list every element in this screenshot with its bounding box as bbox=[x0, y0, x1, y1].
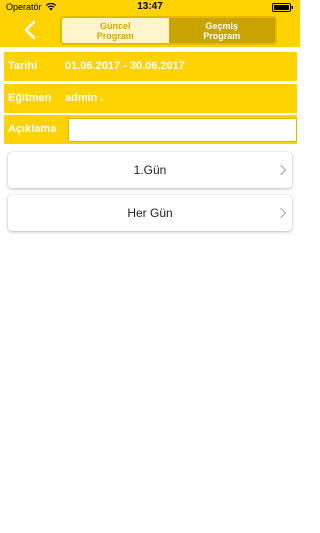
chevron-right-icon bbox=[280, 164, 287, 176]
chevron-right-icon bbox=[280, 207, 287, 219]
segment-past-line2: Program bbox=[203, 30, 241, 41]
segment-current-line1: Güncel bbox=[99, 20, 131, 31]
segment-current-program[interactable]: Güncel Program bbox=[62, 18, 169, 43]
header-bar: Operatör 13:47 Güncel Program Geçmiş Pro… bbox=[0, 0, 300, 47]
date-value: 01.06.2017 - 30.06.2017 bbox=[65, 60, 185, 72]
trainer-row: Eğitmen admin . bbox=[4, 84, 297, 113]
back-button[interactable] bbox=[20, 19, 42, 41]
list-item-day-1[interactable]: 1.Gün bbox=[8, 152, 292, 188]
back-chevron-icon bbox=[24, 20, 36, 40]
description-label: Açıklama bbox=[8, 123, 57, 135]
segment-past-line1: Geçmiş bbox=[205, 20, 238, 31]
segment-current-line2: Program bbox=[96, 30, 134, 41]
status-time: 13:47 bbox=[137, 1, 163, 12]
trainer-value: admin . bbox=[65, 92, 104, 104]
status-bar: Operatör 13:47 bbox=[0, 0, 300, 14]
date-row: Tarihi 01.06.2017 - 30.06.2017 bbox=[4, 52, 297, 81]
description-input[interactable] bbox=[68, 118, 297, 142]
list-item-every-day[interactable]: Her Gün bbox=[8, 195, 292, 231]
program-segmented-control: Güncel Program Geçmiş Program bbox=[60, 16, 277, 45]
segment-past-program[interactable]: Geçmiş Program bbox=[168, 18, 275, 43]
battery-icon bbox=[272, 3, 293, 12]
description-row: Açıklama bbox=[4, 115, 297, 144]
trainer-label: Eğitmen bbox=[8, 92, 52, 104]
list-item-label: 1.Gün bbox=[133, 163, 167, 177]
date-label: Tarihi bbox=[8, 60, 38, 72]
list-item-label: Her Gün bbox=[127, 206, 173, 220]
